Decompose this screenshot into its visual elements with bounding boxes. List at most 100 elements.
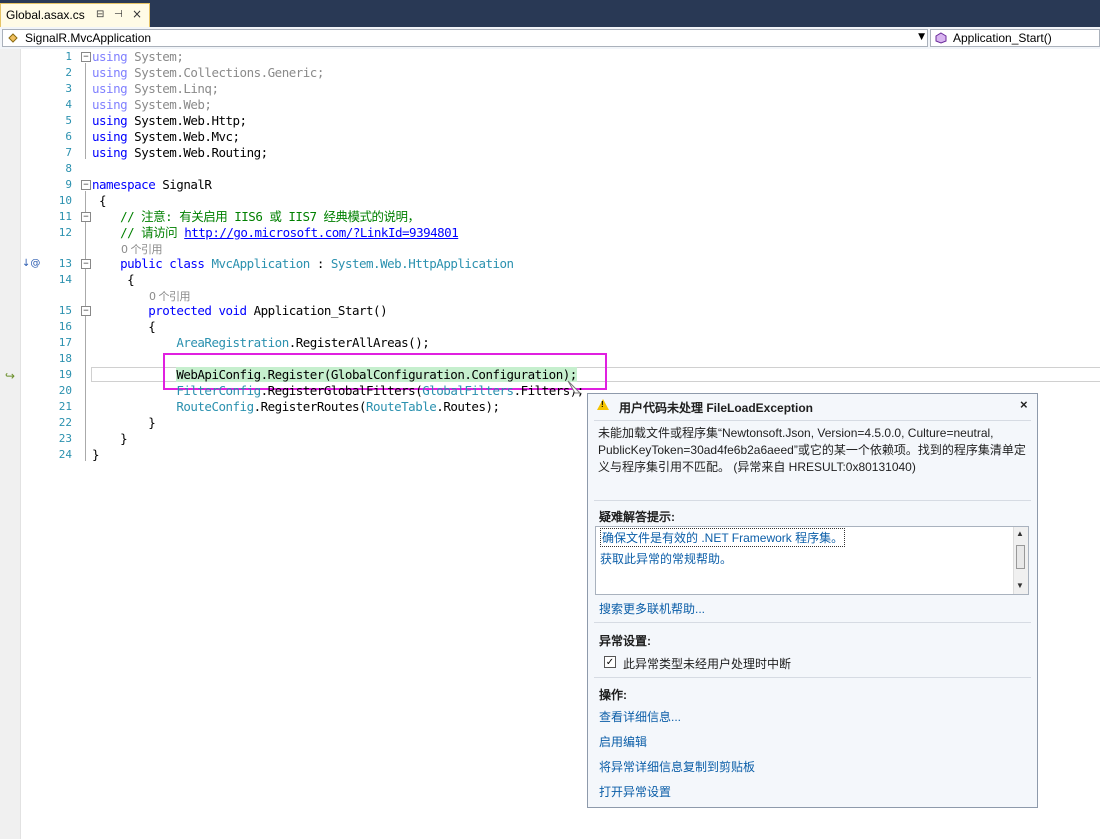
code-text[interactable]: RouteConfig.RegisterRoutes(RouteTable.Ro… [92, 399, 500, 415]
code-text[interactable]: using System.Web.Mvc; [92, 129, 240, 145]
comment-link[interactable]: http://go.microsoft.com/?LinkId=9394801 [184, 225, 459, 240]
line-number: 5 [65, 114, 72, 127]
scroll-thumb[interactable] [1016, 545, 1025, 569]
open-exception-settings-link[interactable]: 打开异常设置 [599, 783, 671, 800]
code-line: 1 − using System; [0, 49, 1100, 65]
search-online-help-link[interactable]: 搜索更多联机帮助... [599, 600, 705, 617]
line-number: 1 [65, 50, 72, 63]
line-number: 18 [58, 352, 72, 365]
code-line: 3 using System.Linq; [0, 81, 1100, 97]
code-text[interactable]: protected void Application_Start() [92, 303, 387, 319]
line-number: 7 [65, 146, 72, 159]
code-line: 13 − public class MvcApplication : Syste… [0, 256, 1100, 272]
code-line: 17 AreaRegistration.RegisterAllAreas(); [0, 335, 1100, 351]
code-line: 11 − // 注意: 有关启用 IIS6 或 IIS7 经典模式的说明， [0, 209, 1100, 225]
view-detail-link[interactable]: 查看详细信息... [599, 708, 681, 725]
code-text[interactable]: { [92, 319, 156, 335]
line-number: 9 [65, 178, 72, 191]
code-comment[interactable]: // 注意: 有关启用 IIS6 或 IIS7 经典模式的说明， [92, 209, 420, 225]
code-text[interactable]: } [92, 431, 128, 447]
line-number: 22 [58, 416, 72, 429]
codelens-row: 0 个引用 [0, 241, 1100, 257]
line-number: 11 [58, 210, 72, 223]
code-line: 10 { [0, 193, 1100, 209]
line-number: 17 [58, 336, 72, 349]
code-line: 5 using System.Web.Http; [0, 113, 1100, 129]
close-icon[interactable]: × [132, 7, 142, 21]
chevron-down-icon[interactable]: ▼ [918, 32, 925, 42]
code-line: 2 using System.Collections.Generic; [0, 65, 1100, 81]
break-when-unhandled-checkbox[interactable]: ✓ [604, 656, 616, 668]
codelens-references[interactable]: 0 个引用 [121, 243, 163, 256]
troubleshooting-tips-list[interactable]: 确保文件是有效的 .NET Framework 程序集。 获取此异常的常规帮助。… [595, 526, 1029, 595]
type-dropdown-value: SignalR.MvcApplication [25, 31, 152, 45]
method-icon [935, 32, 947, 44]
line-number: 4 [65, 98, 72, 111]
code-text[interactable]: AreaRegistration.RegisterAllAreas(); [92, 335, 429, 351]
code-text[interactable]: } [92, 415, 156, 431]
line-number: 12 [58, 226, 72, 239]
code-text[interactable]: { [92, 193, 107, 209]
fold-toggle[interactable]: − [81, 259, 91, 269]
code-text[interactable]: FilterConfig.RegisterGlobalFilters(Globa… [92, 383, 584, 399]
member-dropdown-value: Application_Start() [953, 31, 1052, 45]
divider [594, 420, 1031, 421]
code-text[interactable]: } [92, 447, 100, 463]
code-line: 9 − namespace SignalR [0, 177, 1100, 193]
code-line: 7 using System.Web.Routing; [0, 145, 1100, 161]
exception-settings-title: 异常设置: [599, 634, 651, 648]
class-icon [8, 33, 18, 43]
exception-statement[interactable]: WebApiConfig.Register(GlobalConfiguratio… [176, 367, 577, 382]
close-icon[interactable]: × [1020, 397, 1028, 412]
type-dropdown[interactable]: SignalR.MvcApplication ▼ [2, 29, 928, 47]
pin-icon[interactable]: ⊟ [96, 9, 104, 20]
code-text[interactable]: public class MvcApplication : System.Web… [92, 256, 514, 272]
code-line: 16 { [0, 319, 1100, 335]
code-text[interactable]: namespace SignalR [92, 177, 212, 193]
tips-scrollbar[interactable]: ▲ ▼ [1013, 527, 1028, 594]
fold-toggle[interactable]: − [81, 212, 91, 222]
code-text[interactable]: using System.Web; [92, 97, 212, 113]
fold-toggle[interactable]: − [81, 306, 91, 316]
checkbox-label[interactable]: 此异常类型未经用户处理时中断 [623, 655, 791, 672]
code-text[interactable]: using System.Collections.Generic; [92, 65, 324, 81]
line-number: 10 [58, 194, 72, 207]
tab-global-asax-cs[interactable]: Global.asax.cs ⊟ ⊣ × [0, 3, 150, 27]
code-text[interactable]: using System.Web.Http; [92, 113, 247, 129]
codelens-row: 0 个引用 [0, 288, 1100, 304]
tip-link[interactable]: 确保文件是有效的 .NET Framework 程序集。 [600, 528, 846, 547]
fold-toggle[interactable]: − [81, 180, 91, 190]
dock-icon[interactable]: ⊣ [114, 9, 123, 20]
tip-link[interactable]: 获取此异常的常规帮助。 [600, 550, 732, 567]
exception-assistant-popup: ! 用户代码未处理 FileLoadException × 未能加载文件或程序集… [587, 393, 1038, 808]
line-number: 3 [65, 82, 72, 95]
line-number: 23 [58, 432, 72, 445]
line-number: 16 [58, 320, 72, 333]
code-comment[interactable]: // 请访问 http://go.microsoft.com/?LinkId=9… [92, 225, 459, 241]
troubleshooting-title: 疑难解答提示: [599, 510, 675, 524]
document-tab-strip: Global.asax.cs ⊟ ⊣ × [0, 0, 1100, 27]
code-text[interactable]: using System; [92, 49, 184, 65]
code-line: 18 [0, 351, 1100, 367]
line-number: 20 [58, 384, 72, 397]
code-line: 4 using System.Web; [0, 97, 1100, 113]
member-dropdown[interactable]: Application_Start() [930, 29, 1100, 47]
code-text[interactable]: using System.Web.Routing; [92, 145, 268, 161]
code-line-current: 19 WebApiConfig.Register(GlobalConfigura… [0, 367, 1100, 383]
enable-editing-link[interactable]: 启用编辑 [599, 733, 647, 750]
line-number: 15 [58, 304, 72, 317]
popup-title: 用户代码未处理 FileLoadException [619, 401, 814, 415]
scroll-up-icon[interactable]: ▲ [1016, 529, 1024, 538]
line-number: 19 [58, 368, 72, 381]
scroll-down-icon[interactable]: ▼ [1016, 581, 1024, 590]
code-text[interactable]: using System.Linq; [92, 81, 219, 97]
fold-toggle[interactable]: − [81, 52, 91, 62]
line-number: 14 [58, 273, 72, 286]
code-text[interactable]: WebApiConfig.Register(GlobalConfiguratio… [92, 367, 577, 383]
code-line: 8 [0, 161, 1100, 177]
codelens-references[interactable]: 0 个引用 [149, 290, 191, 303]
exception-message: 未能加载文件或程序集“Newtonsoft.Json, Version=4.5.… [598, 426, 1026, 474]
code-text[interactable]: { [92, 272, 135, 288]
copy-exception-detail-link[interactable]: 将异常详细信息复制到剪贴板 [599, 758, 755, 775]
code-line: 15 − protected void Application_Start() [0, 303, 1100, 319]
